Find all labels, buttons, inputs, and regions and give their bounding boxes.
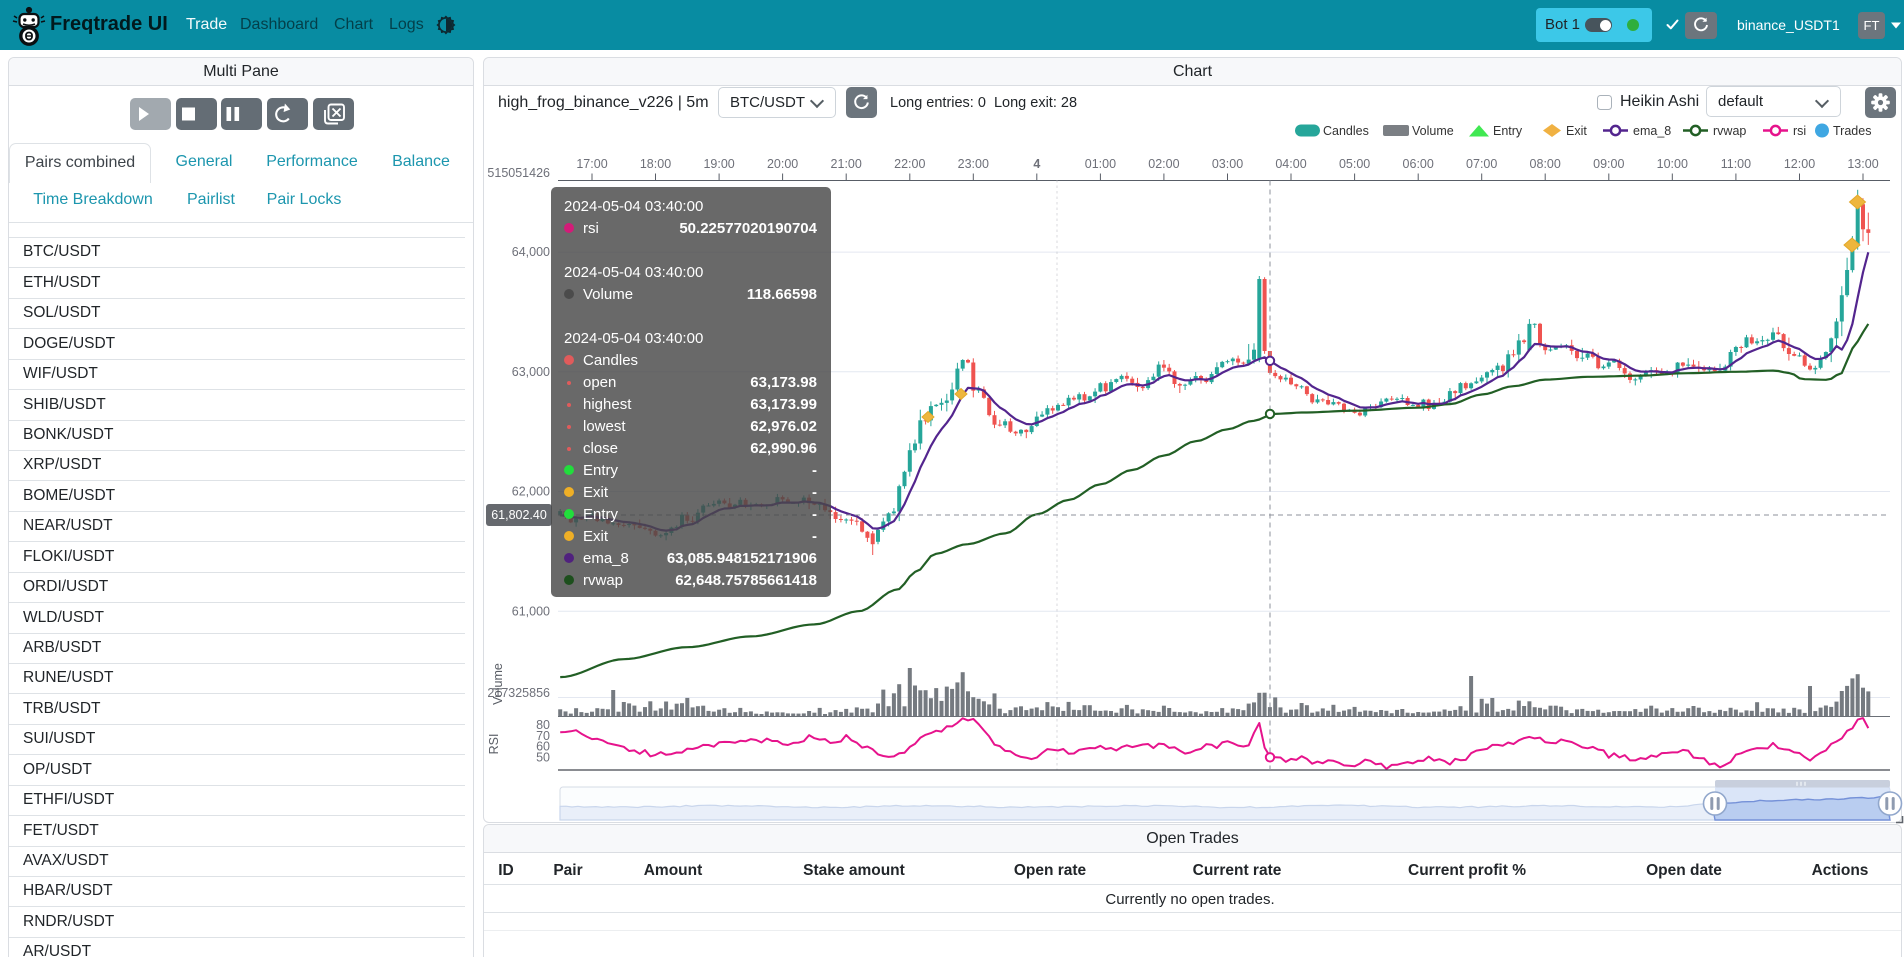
- svg-text:04:00: 04:00: [1275, 157, 1306, 171]
- svg-text:08:00: 08:00: [1530, 157, 1561, 171]
- svg-text:4: 4: [1033, 157, 1040, 171]
- svg-text:06:00: 06:00: [1403, 157, 1434, 171]
- svg-text:05:00: 05:00: [1339, 157, 1370, 171]
- svg-text:Volume: Volume: [491, 663, 505, 705]
- svg-text:RSI: RSI: [487, 734, 501, 755]
- svg-text:19:00: 19:00: [703, 157, 734, 171]
- svg-text:62,000: 62,000: [512, 485, 550, 499]
- svg-text:63,000: 63,000: [512, 365, 550, 379]
- svg-text:23:00: 23:00: [958, 157, 989, 171]
- svg-text:17:00: 17:00: [576, 157, 607, 171]
- svg-text:515051426: 515051426: [487, 166, 550, 180]
- svg-text:11:00: 11:00: [1721, 157, 1751, 171]
- svg-text:02:00: 02:00: [1148, 157, 1179, 171]
- svg-text:07:00: 07:00: [1466, 157, 1497, 171]
- svg-text:21:00: 21:00: [831, 157, 862, 171]
- svg-text:22:00: 22:00: [894, 157, 925, 171]
- svg-text:18:00: 18:00: [640, 157, 671, 171]
- svg-text:50: 50: [536, 751, 550, 765]
- svg-text:01:00: 01:00: [1085, 157, 1116, 171]
- svg-text:20:00: 20:00: [767, 157, 798, 171]
- svg-text:03:00: 03:00: [1212, 157, 1243, 171]
- svg-text:13:00: 13:00: [1847, 157, 1878, 171]
- svg-text:64,000: 64,000: [512, 245, 550, 259]
- svg-text:61,000: 61,000: [512, 604, 550, 618]
- svg-text:12:00: 12:00: [1784, 157, 1815, 171]
- svg-text:10:00: 10:00: [1657, 157, 1688, 171]
- svg-text:09:00: 09:00: [1593, 157, 1624, 171]
